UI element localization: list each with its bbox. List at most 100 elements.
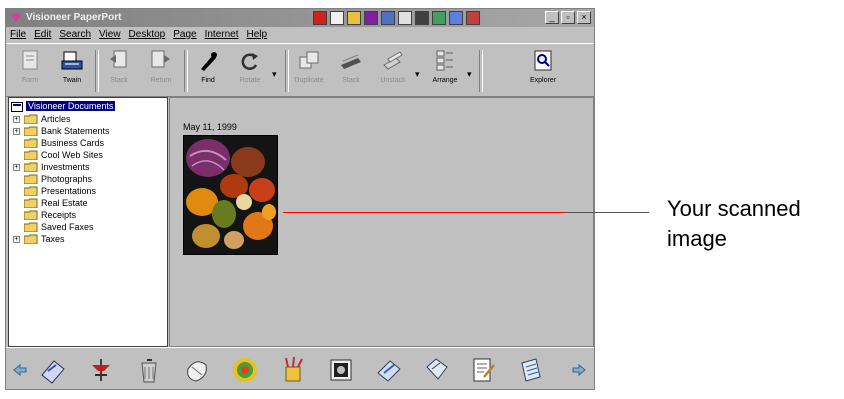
menu-internet[interactable]: Internet <box>205 27 239 43</box>
menu-bar: File Edit Search View Desktop Page Inter… <box>6 27 594 43</box>
form-icon <box>22 50 38 70</box>
stack-pages-button[interactable]: Stack <box>333 49 369 93</box>
tray-icon[interactable] <box>415 11 429 25</box>
tree-item-label: Articles <box>41 114 71 124</box>
tree-item-label: Taxes <box>41 234 65 244</box>
toolbar-separator <box>95 50 99 92</box>
tree-item-bank-statements[interactable]: + Bank Statements <box>13 125 110 137</box>
explorer-button[interactable]: Explorer <box>525 49 561 93</box>
tree-item-photographs[interactable]: Photographs <box>13 173 92 185</box>
callout-line-tail <box>565 212 649 213</box>
menu-file[interactable]: File <box>10 27 26 43</box>
twain-button[interactable]: Twain <box>54 49 90 93</box>
tree-item-label: Bank Statements <box>41 126 110 136</box>
folder-icon <box>24 210 38 220</box>
note-icon[interactable] <box>422 355 452 385</box>
tray-icon[interactable] <box>466 11 480 25</box>
folder-icon <box>24 126 38 136</box>
arrange-icon <box>436 50 453 71</box>
tray-icon[interactable] <box>449 11 463 25</box>
rotate-dropdown-arrow[interactable]: ▾ <box>272 69 277 80</box>
window-controls: _ ▫ × <box>545 11 591 24</box>
folder-icon <box>24 162 38 172</box>
unstack-button[interactable]: Unstack <box>375 49 411 93</box>
tray-icon[interactable] <box>313 11 327 25</box>
paint-icon[interactable] <box>278 355 308 385</box>
expand-icon[interactable]: + <box>13 115 20 123</box>
folder-icon <box>24 234 38 244</box>
tray-icon[interactable] <box>398 11 412 25</box>
wrap-icon[interactable] <box>182 355 212 385</box>
return-button[interactable]: Return <box>143 49 179 93</box>
tree-item-articles[interactable]: + Articles <box>13 113 71 125</box>
stack-button[interactable]: Stack <box>101 49 137 93</box>
menu-help[interactable]: Help <box>247 27 268 43</box>
scan-icon[interactable] <box>86 355 116 385</box>
minimize-button[interactable]: _ <box>545 11 559 24</box>
duplicate-button[interactable]: Duplicate <box>291 49 327 93</box>
tray-icon[interactable] <box>432 11 446 25</box>
pattern-icon[interactable] <box>230 355 260 385</box>
scanned-image-thumbnail[interactable] <box>183 135 278 255</box>
tree-item-taxes[interactable]: + Taxes <box>13 233 65 245</box>
expand-icon[interactable]: + <box>13 127 20 135</box>
toolbar-separator <box>285 50 289 92</box>
unstack-dropdown-arrow[interactable]: ▾ <box>415 69 420 80</box>
thumbnail-date: May 11, 1999 <box>183 122 237 132</box>
menu-desktop[interactable]: Desktop <box>129 27 166 43</box>
document-viewer[interactable]: May 11, 1999 <box>169 97 594 347</box>
tray-icon[interactable] <box>381 11 395 25</box>
photo-editor-icon[interactable] <box>326 355 356 385</box>
callout-line-1: Your scanned <box>667 196 801 221</box>
expand-icon[interactable]: + <box>13 163 20 171</box>
tree-item-saved-faxes[interactable]: Saved Faxes <box>13 221 94 233</box>
taskbar-tray <box>313 11 480 25</box>
menu-view[interactable]: View <box>99 27 121 43</box>
tree-item-presentations[interactable]: Presentations <box>13 185 96 197</box>
tree-item-cool-web-sites[interactable]: Cool Web Sites <box>13 149 103 161</box>
tree-root[interactable]: Visioneer Documents <box>11 100 116 112</box>
tree-item-label: Cool Web Sites <box>41 150 103 160</box>
menu-page[interactable]: Page <box>173 27 196 43</box>
stack-icon <box>110 50 127 68</box>
text-editor-icon[interactable] <box>516 355 546 385</box>
document-icon[interactable] <box>468 355 498 385</box>
tree-item-real-estate[interactable]: Real Estate <box>13 197 88 209</box>
arrow-left-icon[interactable] <box>12 362 28 378</box>
unstack-icon <box>383 51 403 70</box>
duplicate-label: Duplicate <box>294 77 324 84</box>
form-label: Form <box>21 77 39 84</box>
arrange-button[interactable]: Arrange <box>427 49 463 93</box>
close-button[interactable]: × <box>577 11 591 24</box>
recycle-bin-icon[interactable] <box>134 355 164 385</box>
stack-pages-icon <box>341 54 361 69</box>
tray-icon[interactable] <box>347 11 361 25</box>
callout-line-2: image <box>667 226 727 251</box>
find-button[interactable]: Find <box>190 49 226 93</box>
title-bar[interactable]: Visioneer PaperPort _ ▫ × <box>6 9 594 27</box>
menu-search[interactable]: Search <box>59 27 91 43</box>
tree-item-label: Real Estate <box>41 198 88 208</box>
tree-item-receipts[interactable]: Receipts <box>13 209 76 221</box>
folder-icon <box>24 174 38 184</box>
tree-item-investments[interactable]: + Investments <box>13 161 90 173</box>
rotate-button[interactable]: Rotate <box>232 49 268 93</box>
expand-icon[interactable]: + <box>13 235 20 243</box>
folder-icon <box>24 150 38 160</box>
folder-tree: Visioneer Documents + Articles + Bank St… <box>8 97 168 347</box>
rotate-icon <box>241 53 258 70</box>
fax-icon[interactable] <box>38 355 68 385</box>
tray-icon[interactable] <box>330 11 344 25</box>
tree-item-business-cards[interactable]: Business Cards <box>13 137 104 149</box>
arrange-dropdown-arrow[interactable]: ▾ <box>467 69 472 80</box>
email-icon[interactable] <box>374 355 404 385</box>
arrange-label: Arrange <box>432 77 458 84</box>
find-icon <box>201 52 217 71</box>
menu-edit[interactable]: Edit <box>34 27 51 43</box>
tree-item-label: Saved Faxes <box>41 222 94 232</box>
form-button[interactable]: Form <box>12 49 48 93</box>
arrow-right-icon[interactable] <box>571 362 587 378</box>
maximize-button[interactable]: ▫ <box>561 11 575 24</box>
explorer-label: Explorer <box>529 77 557 84</box>
tray-icon[interactable] <box>364 11 378 25</box>
